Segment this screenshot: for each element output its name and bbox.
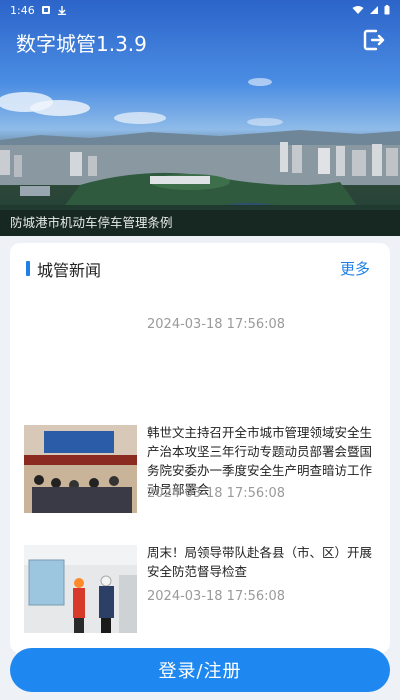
news-card: 城管新闻 更多 2024-03-18 17:56:08 韩世文主持召开全市城市管…: [10, 243, 390, 653]
news-item-date: 2024-03-18 17:56:08: [147, 589, 286, 604]
inspection-photo: [24, 545, 137, 633]
banner-caption: 防城港市机动车停车管理条例: [0, 210, 400, 236]
news-item[interactable]: 周末！局领导带队赴各县（市、区）开展安全防范督导检查 2024-03-18 17…: [10, 543, 390, 635]
logout-icon[interactable]: [362, 28, 386, 52]
login-register-button[interactable]: 登录/注册: [10, 648, 390, 692]
hero-banner[interactable]: 数字城管1.3.9 防城港市机动车停车管理条例: [0, 0, 400, 236]
news-item-date: 2024-03-18 17:56:08: [147, 486, 286, 501]
news-item[interactable]: 韩世文主持召开全市城市管理领域安全生产治本攻坚三年行动专题动员部署会暨国务院安委…: [10, 423, 390, 515]
signal-icon: [370, 6, 378, 14]
news-item-title: 周末！局领导带队赴各县（市、区）开展安全防范督导检查: [147, 545, 373, 579]
meeting-photo: [24, 425, 137, 513]
news-thumbnail: [24, 545, 137, 633]
app-title: 数字城管1.3.9: [16, 32, 147, 56]
section-title: 城管新闻: [37, 261, 102, 280]
battery-icon: [384, 5, 390, 15]
news-header: 城管新闻 更多: [10, 243, 390, 293]
status-bar: 1:46: [0, 0, 400, 20]
wifi-icon: [352, 6, 364, 14]
more-link[interactable]: 更多: [340, 258, 370, 279]
news-item-date: 2024-03-18 17:56:08: [147, 317, 286, 332]
download-icon: [57, 6, 66, 15]
section-accent-bar: [26, 261, 30, 276]
notification-icon: [41, 6, 50, 14]
news-thumbnail: [24, 425, 137, 513]
news-item[interactable]: 2024-03-18 17:56:08: [10, 305, 390, 345]
status-time: 1:46: [10, 3, 35, 17]
